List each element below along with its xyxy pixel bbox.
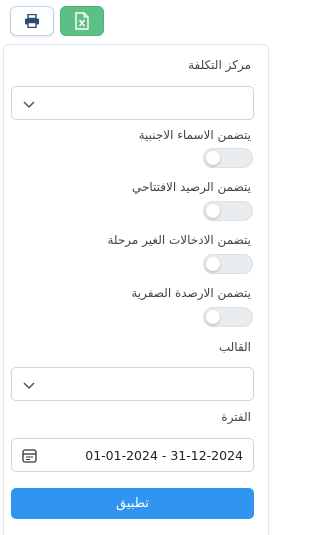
toggle-unposted-entries[interactable] — [203, 254, 253, 274]
template-select[interactable] — [11, 367, 254, 401]
template-label: القالب — [218, 340, 251, 354]
toggle-knob — [206, 204, 220, 218]
period-date-range-input[interactable]: 01-01-2024 - 31-12-2024 — [11, 438, 254, 472]
chevron-down-icon — [23, 101, 35, 109]
period-value: 01-01-2024 - 31-12-2024 — [85, 448, 243, 463]
apply-button[interactable]: تطبيق — [11, 488, 254, 519]
toggle-unposted-entries-label: يتضمن الادخالات الغير مرحلة — [107, 233, 251, 247]
toggle-opening-balance[interactable] — [203, 201, 253, 221]
period-label: الفترة — [221, 410, 251, 424]
toggle-foreign-names[interactable] — [203, 148, 253, 168]
toggle-knob — [206, 151, 220, 165]
export-toolbar — [10, 6, 104, 38]
toggle-zero-balances-label: يتضمن الارصدة الصفرية — [131, 286, 251, 300]
excel-export-button[interactable] — [60, 6, 104, 36]
toggle-opening-balance-label: يتضمن الرصيد الافتتاحي — [131, 180, 251, 194]
toggle-knob — [206, 310, 220, 324]
chevron-down-icon — [23, 382, 35, 390]
print-button[interactable] — [10, 6, 54, 36]
printer-icon — [25, 14, 39, 28]
calendar-icon — [22, 449, 37, 463]
toggle-foreign-names-label: يتضمن الاسماء الاجنبية — [138, 128, 251, 142]
cost-center-select[interactable] — [11, 86, 254, 120]
cost-center-label: مركز التكلفة — [188, 58, 251, 72]
toggle-zero-balances[interactable] — [203, 307, 253, 327]
excel-file-icon — [75, 12, 89, 30]
toggle-knob — [206, 257, 220, 271]
